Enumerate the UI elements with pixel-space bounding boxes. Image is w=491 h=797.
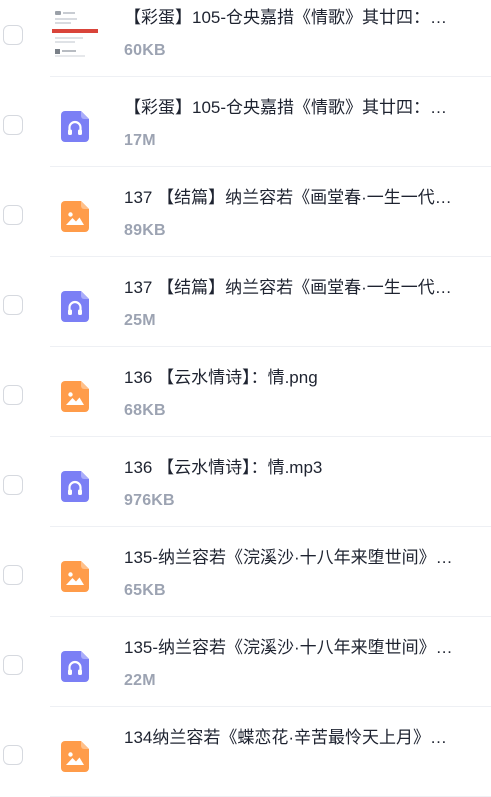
image-thumbnail[interactable] [52,7,98,59]
select-checkbox[interactable] [3,25,23,45]
file-row[interactable]: 134纳兰容若《蝶恋花·辛苦最怜天上月》… [0,707,491,797]
select-checkbox[interactable] [3,745,23,765]
file-list: 【彩蛋】105-仓央嘉措《情歌》其廿四：… 60KB 【彩蛋】105-仓央嘉措《… [0,0,491,797]
audio-file-icon[interactable] [61,471,89,502]
select-checkbox[interactable] [3,385,23,405]
file-name[interactable]: 136 【云水情诗】：情.mp3 [124,457,474,479]
image-file-icon[interactable] [61,201,89,232]
file-name[interactable]: 【彩蛋】105-仓央嘉措《情歌》其廿四：… [124,7,474,29]
select-checkbox[interactable] [3,565,23,585]
file-row[interactable]: 137 【结篇】纳兰容若《画堂春·一生一代… 25M [0,257,491,347]
file-name[interactable]: 【彩蛋】105-仓央嘉措《情歌》其廿四：… [124,97,474,119]
audio-file-icon[interactable] [61,111,89,142]
file-size: 60KB [124,42,166,59]
select-checkbox[interactable] [3,475,23,495]
file-name[interactable]: 135-纳兰容若《浣溪沙·十八年来堕世间》… [124,547,474,569]
file-name[interactable]: 137 【结篇】纳兰容若《画堂春·一生一代… [124,277,474,299]
file-size: 65KB [124,582,166,599]
select-checkbox[interactable] [3,655,23,675]
file-row[interactable]: 135-纳兰容若《浣溪沙·十八年来堕世间》… 22M [0,617,491,707]
audio-file-icon[interactable] [61,291,89,322]
select-checkbox[interactable] [3,295,23,315]
file-row[interactable]: 136 【云水情诗】：情.mp3 976KB [0,437,491,527]
file-size: 68KB [124,402,166,419]
file-row[interactable]: 136 【云水情诗】：情.png 68KB [0,347,491,437]
file-row[interactable]: 【彩蛋】105-仓央嘉措《情歌》其廿四：… 17M [0,77,491,167]
select-checkbox[interactable] [3,115,23,135]
file-size: 89KB [124,222,166,239]
file-name[interactable]: 136 【云水情诗】：情.png [124,367,474,389]
file-row[interactable]: 135-纳兰容若《浣溪沙·十八年来堕世间》… 65KB [0,527,491,617]
audio-file-icon[interactable] [61,651,89,682]
file-size: 976KB [124,492,175,509]
image-file-icon[interactable] [61,561,89,592]
select-checkbox[interactable] [3,205,23,225]
file-size: 22M [124,672,156,689]
file-row[interactable]: 137 【结篇】纳兰容若《画堂春·一生一代… 89KB [0,167,491,257]
file-size: 17M [124,132,156,149]
image-file-icon[interactable] [61,381,89,412]
file-row[interactable]: 【彩蛋】105-仓央嘉措《情歌》其廿四：… 60KB [0,0,491,77]
file-name[interactable]: 134纳兰容若《蝶恋花·辛苦最怜天上月》… [124,727,474,749]
file-name[interactable]: 135-纳兰容若《浣溪沙·十八年来堕世间》… [124,637,474,659]
file-name[interactable]: 137 【结篇】纳兰容若《画堂春·一生一代… [124,187,474,209]
file-size: 25M [124,312,156,329]
